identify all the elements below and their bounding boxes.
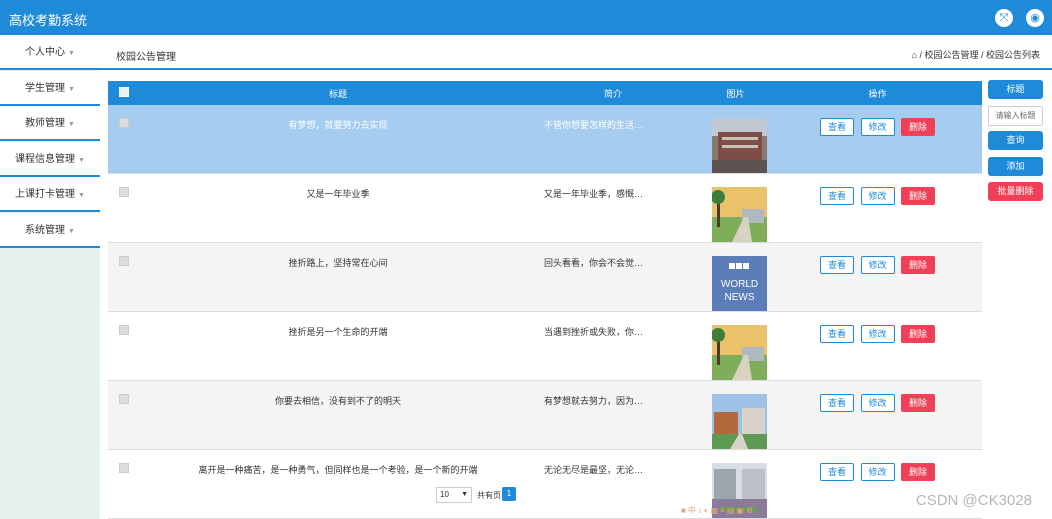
row-actions: 查看 修改 删除 xyxy=(773,105,982,174)
row-image xyxy=(698,105,773,174)
sidebar-item-course-management[interactable]: 课程信息管理 ▼ xyxy=(0,142,100,177)
app-title: 高校考勤系统 xyxy=(9,13,88,28)
row-checkbox[interactable] xyxy=(108,105,148,174)
top-bar: 高校考勤系统 ⤧ ◉ xyxy=(0,0,1052,35)
edit-button[interactable]: 修改 xyxy=(860,256,895,274)
chevron-down-icon: ▼ xyxy=(68,228,75,235)
svg-text:NEWS: NEWS xyxy=(725,292,755,303)
table-row[interactable]: 你要去相信，没有到不了的明天 有梦想就去努力，因为… 查看 修改 删除 xyxy=(108,380,982,450)
chevron-down-icon: ▼ xyxy=(68,121,75,128)
page-number-current[interactable]: 1 xyxy=(502,487,516,501)
chevron-down-icon: ▼ xyxy=(68,86,75,93)
edit-button[interactable]: 修改 xyxy=(860,118,895,136)
sidebar: 个人中心 ▼ 学生管理 ▼ 教师管理 ▼ 课程信息管理 ▼ 上课打卡管理 ▼ 系统管理 ▼ xyxy=(0,35,100,519)
row-actions: 查看 修改 删除 xyxy=(773,380,982,450)
delete-button[interactable]: 删除 xyxy=(901,394,936,412)
bbc-world-news-logo: WORLD NEWS xyxy=(712,256,767,311)
row-title: 离开是一种痛苦，是一种勇气，但同样也是一个考验，是一个新的开端 xyxy=(148,449,528,519)
column-actions: 操作 xyxy=(773,81,982,105)
row-title: 有梦想，就要努力去实现 xyxy=(148,105,528,174)
page-size-select[interactable]: 10 ▼ xyxy=(436,487,472,503)
table-row[interactable]: 挫折路上，坚持常在心间 回头看看，你会不会觉… WORLD NEWS 查看 修改… xyxy=(108,242,982,312)
user-icon[interactable]: ◉ xyxy=(1026,9,1044,27)
view-button[interactable]: 查看 xyxy=(819,187,854,205)
query-button[interactable]: 查询 xyxy=(988,131,1043,150)
column-title: 标题 xyxy=(148,81,528,105)
campus-palm-photo xyxy=(712,325,767,380)
row-actions: 查看 修改 删除 xyxy=(773,173,982,243)
column-intro: 简介 xyxy=(528,81,698,105)
row-image xyxy=(698,173,773,243)
svg-text:WORLD: WORLD xyxy=(721,279,758,290)
delete-button[interactable]: 删除 xyxy=(901,325,936,343)
chevron-down-icon: ▼ xyxy=(68,50,75,57)
add-button[interactable]: 添加 xyxy=(988,157,1043,176)
table-row[interactable]: 又是一年毕业季 又是一年毕业季，感慨… 查看 修改 删除 xyxy=(108,173,982,243)
campus-palm-photo xyxy=(712,187,767,242)
campus-building-photo xyxy=(712,118,767,173)
sidebar-item-student-management[interactable]: 学生管理 ▼ xyxy=(0,71,100,106)
delete-button[interactable]: 删除 xyxy=(901,256,936,274)
watermark: CSDN @CK3028 xyxy=(915,492,1032,509)
row-image xyxy=(698,311,773,381)
view-button[interactable]: 查看 xyxy=(819,394,854,412)
chevron-down-icon: ▼ xyxy=(78,157,85,164)
table-row[interactable]: 离开是一种痛苦，是一种勇气，但同样也是一个考验，是一个新的开端 无论无尽是最坚，… xyxy=(108,449,982,519)
row-title: 你要去相信，没有到不了的明天 xyxy=(148,380,528,450)
total-pages: 共有页 xyxy=(477,491,501,500)
row-checkbox[interactable] xyxy=(108,380,148,450)
breadcrumb[interactable]: ⌂ / 校园公告管理 / 校园公告列表 xyxy=(912,48,1040,61)
delete-button[interactable]: 删除 xyxy=(901,463,936,481)
row-title: 挫折是另一个生命的开端 xyxy=(148,311,528,381)
view-button[interactable]: 查看 xyxy=(819,118,854,136)
row-checkbox[interactable] xyxy=(108,173,148,243)
sidebar-item-system-management[interactable]: 系统管理 ▼ xyxy=(0,213,100,248)
row-title: 挫折路上，坚持常在心间 xyxy=(148,242,528,312)
row-title: 又是一年毕业季 xyxy=(148,173,528,243)
sidebar-item-teacher-management[interactable]: 教师管理 ▼ xyxy=(0,106,100,141)
row-actions: 查看 修改 删除 xyxy=(773,311,982,381)
row-checkbox[interactable] xyxy=(108,449,148,519)
edit-button[interactable]: 修改 xyxy=(860,187,895,205)
chevron-down-icon: ▼ xyxy=(461,491,468,498)
search-input[interactable]: 请输入标题 xyxy=(988,106,1043,126)
select-all-checkbox[interactable] xyxy=(108,81,148,105)
chevron-down-icon: ▼ xyxy=(78,192,85,199)
row-intro: 有梦想就去努力，因为… xyxy=(528,380,698,450)
sidebar-item-checkin-management[interactable]: 上课打卡管理 ▼ xyxy=(0,177,100,212)
title-filter-label: 标题 xyxy=(988,80,1043,99)
edit-button[interactable]: 修改 xyxy=(860,325,895,343)
batch-delete-button[interactable]: 批量删除 xyxy=(988,182,1043,201)
row-intro: 又是一年毕业季，感慨… xyxy=(528,173,698,243)
delete-button[interactable]: 删除 xyxy=(901,118,936,136)
delete-button[interactable]: 删除 xyxy=(901,187,936,205)
table-row[interactable]: 有梦想，就要努力去实现 不管你想要怎样的生活… 查看 修改 删除 xyxy=(108,105,982,174)
page-title: 校园公告管理 xyxy=(116,52,176,63)
table-header: 标题 简介 图片 操作 xyxy=(108,81,982,105)
row-image xyxy=(698,380,773,450)
row-intro: 不管你想要怎样的生活… xyxy=(528,105,698,174)
row-intro: 无论无尽是最坚，无论… xyxy=(528,449,698,519)
ime-toolbar-icon: ■中♪◐▦≡▤▣⚙ xyxy=(681,506,756,515)
row-image: WORLD NEWS xyxy=(698,242,773,312)
row-checkbox[interactable] xyxy=(108,311,148,381)
campus-courtyard-photo xyxy=(712,394,767,449)
edit-button[interactable]: 修改 xyxy=(860,394,895,412)
main-content: 标题 简介 图片 操作 有梦想，就要努力去实现 不管你想要怎样的生活… 查看 修… xyxy=(100,72,1052,519)
collapse-arrows-icon[interactable]: ⤧ xyxy=(995,9,1013,27)
row-actions: 查看 修改 删除 xyxy=(773,242,982,312)
row-checkbox[interactable] xyxy=(108,242,148,312)
notice-table: 标题 简介 图片 操作 有梦想，就要努力去实现 不管你想要怎样的生活… 查看 修… xyxy=(108,81,982,519)
table-row[interactable]: 挫折是另一个生命的开端 当遇到挫折或失败，你… 查看 修改 删除 xyxy=(108,311,982,381)
edit-button[interactable]: 修改 xyxy=(860,463,895,481)
row-intro: 当遇到挫折或失败，你… xyxy=(528,311,698,381)
row-intro: 回头看看，你会不会觉… xyxy=(528,242,698,312)
view-button[interactable]: 查看 xyxy=(819,325,854,343)
breadcrumb-bar: 校园公告管理 ⌂ / 校园公告管理 / 校园公告列表 xyxy=(100,35,1052,70)
column-image: 图片 xyxy=(698,81,773,105)
sidebar-item-personal-center[interactable]: 个人中心 ▼ xyxy=(0,35,100,70)
view-button[interactable]: 查看 xyxy=(819,256,854,274)
view-button[interactable]: 查看 xyxy=(819,463,854,481)
